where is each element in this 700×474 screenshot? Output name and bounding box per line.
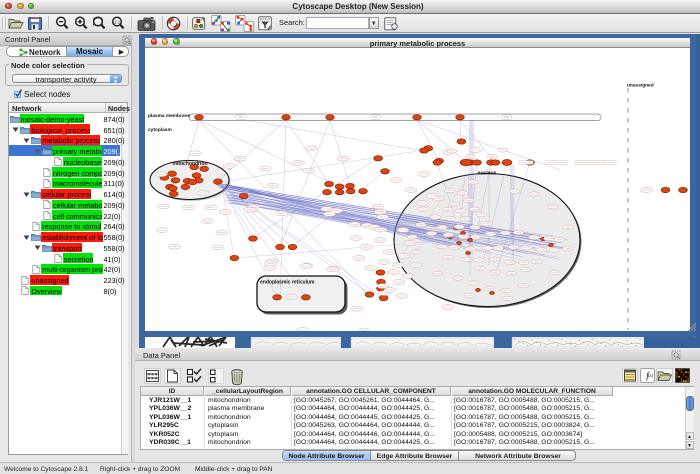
svg-text:unassigned: unassigned	[627, 83, 654, 89]
svg-text:cytoplasm: cytoplasm	[148, 127, 172, 133]
svg-text:nucleus: nucleus	[478, 171, 497, 177]
svg-text:1:1: 1:1	[114, 19, 121, 24]
svg-text:(x): (x)	[648, 374, 654, 379]
svg-text:plasma membrane: plasma membrane	[148, 113, 190, 119]
svg-text:mitochondrion: mitochondrion	[173, 161, 208, 167]
svg-text:endoplasmic reticulum: endoplasmic reticulum	[260, 280, 315, 286]
